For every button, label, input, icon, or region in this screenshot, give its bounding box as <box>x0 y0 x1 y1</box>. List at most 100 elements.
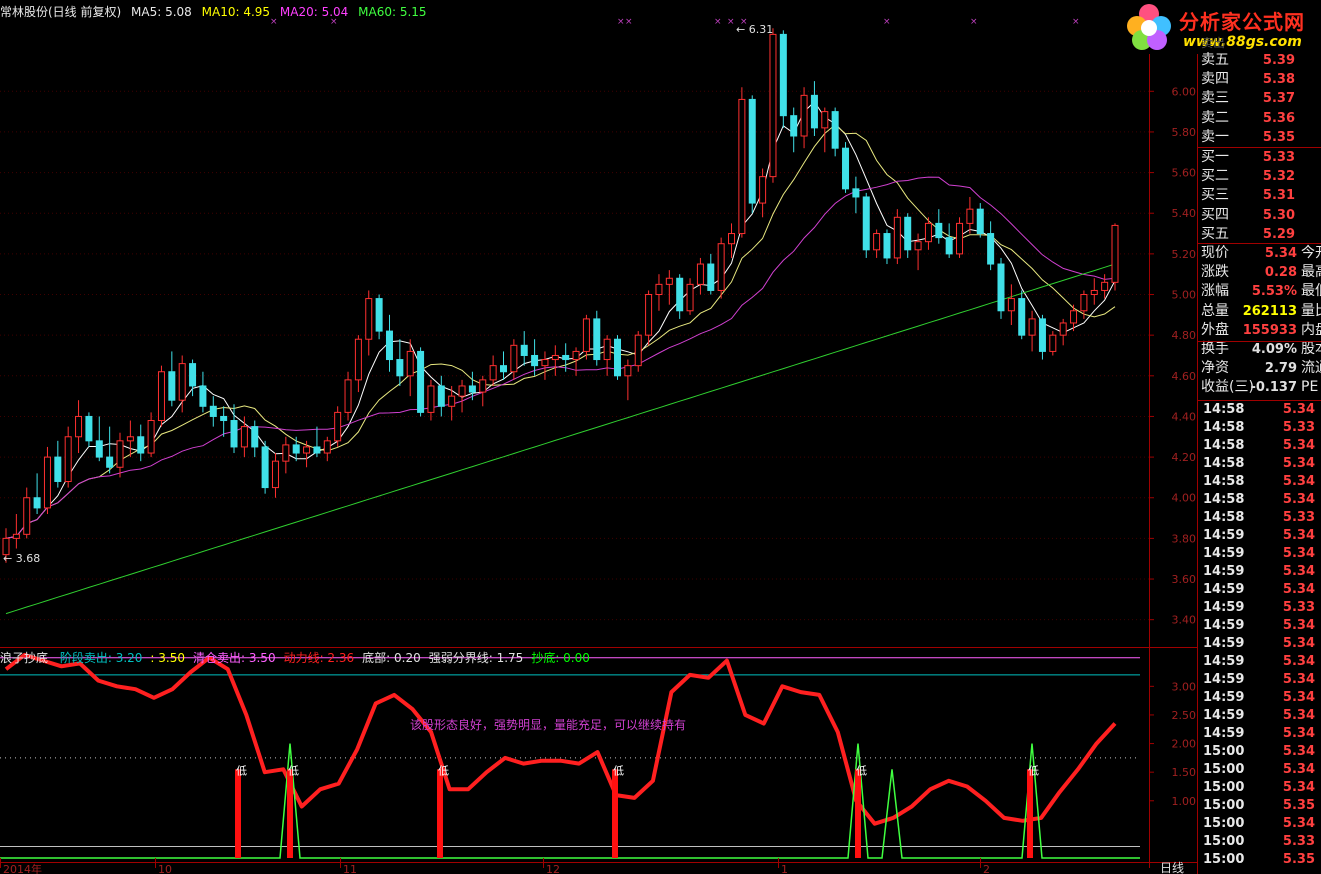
tick-price: 5.34 <box>1282 780 1315 795</box>
date-tick-label: 10 <box>158 863 172 874</box>
tick-row: 14:58 5.33 <box>1201 419 1315 437</box>
candle <box>987 221 995 271</box>
indicator-tick-label: 2.00 <box>1172 738 1197 751</box>
tick-price: 5.34 <box>1282 564 1315 579</box>
candle-body <box>448 395 456 407</box>
candle <box>323 436 331 462</box>
candle <box>33 473 41 514</box>
indicator-name[interactable]: 浪子抄底 <box>0 651 48 665</box>
candle <box>251 420 259 458</box>
tick-time: 14:59 <box>1203 582 1245 597</box>
chart-canvas: 6.00 5.80 5.60 5.40 5.20 5.00 4.80 4.60 4.40 4.20… <box>0 0 1198 874</box>
candle-body <box>1038 318 1046 352</box>
candle <box>458 379 466 413</box>
tick-price: 5.35 <box>1282 798 1315 813</box>
tick-price: 5.34 <box>1282 618 1315 633</box>
candle-body <box>385 330 393 361</box>
low-marker-label: 低 <box>1028 764 1039 777</box>
candle <box>966 196 974 234</box>
tick-row: 14:58 5.34 <box>1201 437 1315 455</box>
candle-body <box>935 222 943 239</box>
candle-body <box>614 338 622 377</box>
tick-time: 15:00 <box>1203 798 1245 813</box>
tick-price: 5.33 <box>1282 834 1315 849</box>
tick-row: 14:59 5.34 <box>1201 671 1315 689</box>
high-annotation: ← 6.31 <box>736 23 773 36</box>
low-marker-label: 低 <box>613 764 624 777</box>
period-label[interactable]: 日线 <box>1160 861 1184 874</box>
candle <box>282 436 290 474</box>
tick-time: 14:59 <box>1203 564 1245 579</box>
candle-body <box>157 371 165 422</box>
quote-label: 涨跌 <box>1201 264 1229 281</box>
candle <box>85 412 93 447</box>
candle <box>665 270 673 305</box>
candle-body <box>893 216 901 259</box>
low-marker-label: 低 <box>288 764 299 777</box>
candle-body <box>956 222 964 255</box>
quote-label: 买二 <box>1201 168 1229 185</box>
candle-body <box>634 334 642 367</box>
quote-label: 卖三 <box>1201 90 1229 107</box>
price-tick-label: 5.40 <box>1172 207 1197 220</box>
quote-row: 现价 5.34 今开 <box>1201 244 1321 263</box>
side-separator <box>1198 341 1321 342</box>
candle <box>634 331 642 372</box>
indicator-comment: 该股形态良好，强势明显，量能充足，可以继续持有 <box>410 717 686 732</box>
candle <box>790 107 798 153</box>
quote-row: 卖一 5.35 <box>1201 128 1319 147</box>
indicator-legend-item: 底部: 0.20 <box>362 651 421 665</box>
candle-body <box>738 98 746 235</box>
stock-name[interactable]: 常林股份(日线 前复权) <box>0 5 121 19</box>
candle-body <box>696 263 704 285</box>
candle <box>178 355 186 413</box>
tick-time: 14:59 <box>1203 546 1245 561</box>
quote-extra-label: 最高 <box>1301 264 1321 281</box>
candle-body <box>23 497 31 535</box>
candle <box>520 331 528 366</box>
candle <box>1059 318 1067 346</box>
tick-price: 5.34 <box>1282 762 1315 777</box>
bottom-bar <box>235 769 241 858</box>
tick-row: 14:59 5.34 <box>1201 707 1315 725</box>
candle-body <box>85 415 93 442</box>
quote-value: 5.36 <box>1262 110 1295 126</box>
signal-marker: × <box>625 17 633 27</box>
candle <box>883 229 891 265</box>
quote-row: 外盘 155933内盘 <box>1201 321 1321 340</box>
tick-row: 14:59 5.34 <box>1201 653 1315 671</box>
candle-body <box>137 436 145 454</box>
candle-body <box>240 426 248 448</box>
signal-marker: × <box>727 17 735 27</box>
quote-label: 卖四 <box>1201 71 1229 88</box>
candle-body <box>437 385 445 407</box>
ma5-line <box>5 101 1116 539</box>
quote-row: 涨幅 5.53%最低 <box>1201 282 1321 301</box>
quote-row: 卖五 5.39 <box>1201 51 1319 70</box>
tick-row: 15:00 5.34 <box>1201 815 1315 833</box>
candle-body <box>417 350 425 413</box>
candle-body <box>1018 298 1026 336</box>
candle-body <box>1007 298 1015 312</box>
candle <box>759 168 767 218</box>
candle <box>614 335 622 380</box>
candle <box>655 274 663 311</box>
candle-body <box>976 208 984 235</box>
ma10-line <box>5 124 1116 539</box>
tick-price: 5.35 <box>1282 852 1315 867</box>
tick-row: 14:58 5.34 <box>1201 473 1315 491</box>
quote-extra-label: 内盘 <box>1301 321 1321 338</box>
tick-row: 14:58 5.34 <box>1201 491 1315 509</box>
price-tick-label: 4.80 <box>1172 329 1197 342</box>
signal-marker: × <box>617 17 625 27</box>
quote-row: 买四 5.30 <box>1201 206 1319 225</box>
quote-extra-label: 流通 <box>1301 360 1321 377</box>
quote-value: 5.37 <box>1262 91 1295 107</box>
ma5-label: MA5: 5.08 <box>131 5 192 19</box>
candle-body <box>251 426 259 448</box>
quote-value: -0.137 <box>1250 380 1297 396</box>
candle <box>261 440 269 494</box>
tick-price: 5.34 <box>1282 654 1315 669</box>
price-axis: 6.00 5.80 5.60 5.40 5.20 5.00 4.80 4.60 4.40 4.20… <box>1149 85 1197 627</box>
candle-body <box>593 318 601 361</box>
